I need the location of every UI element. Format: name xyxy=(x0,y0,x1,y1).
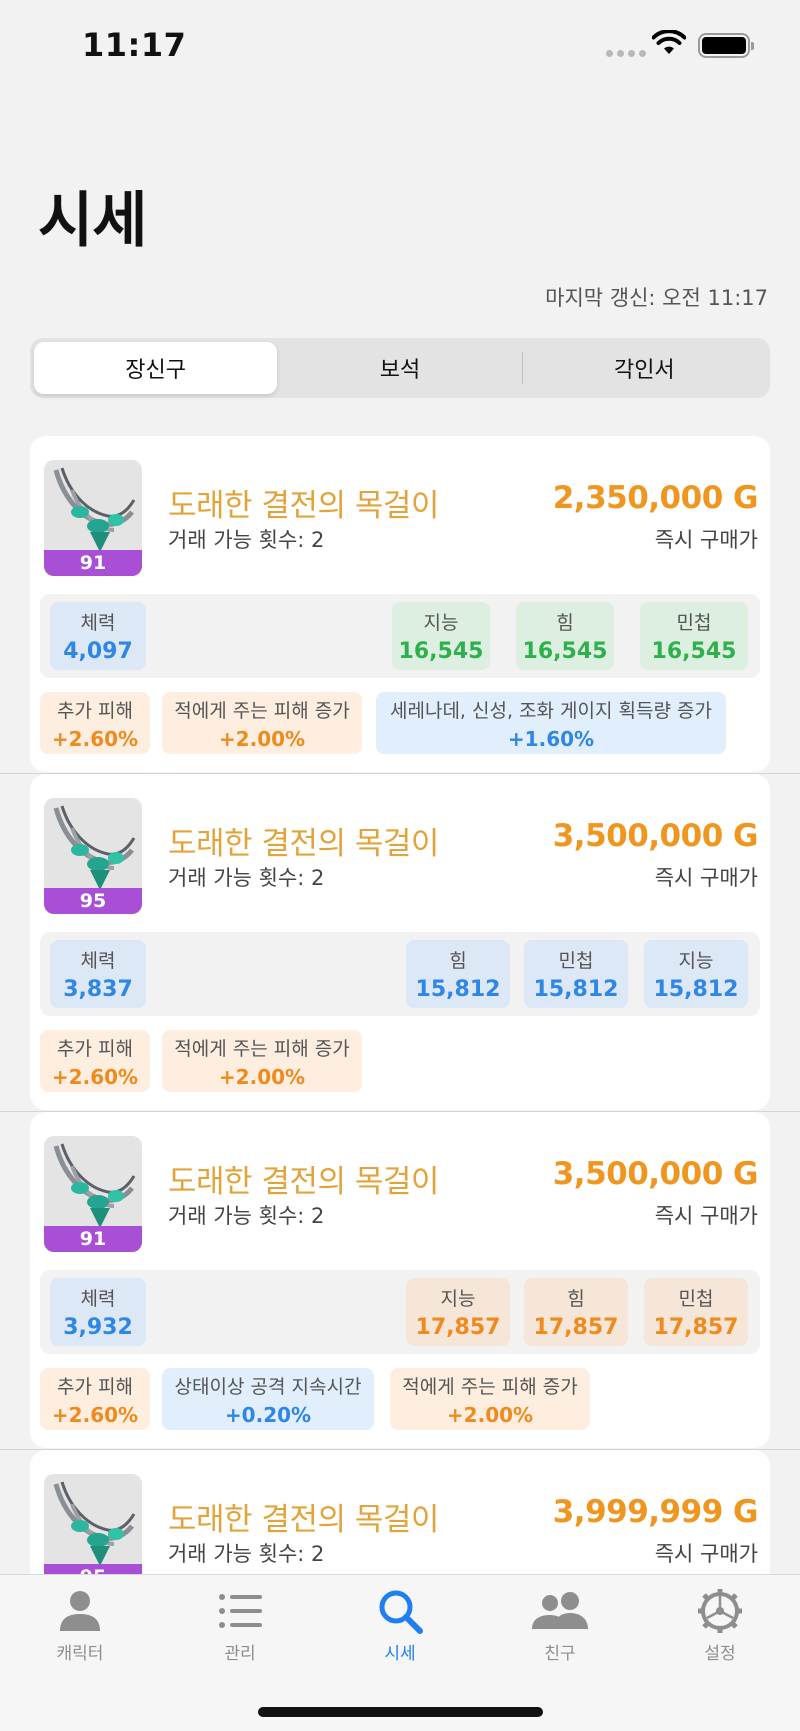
last-updated-label: 마지막 갱신: 오전 11:17 xyxy=(545,286,768,310)
tab-character[interactable]: 캐릭터 xyxy=(25,1587,135,1664)
item-price: 3,999,999 G xyxy=(552,1494,759,1530)
stat-chip: 민첩 16,545 xyxy=(640,602,748,670)
item-name: 도래한 결전의 목걸이 xyxy=(168,488,439,524)
effect-chip: 적에게 주는 피해 증가 +2.00% xyxy=(162,1030,362,1092)
segment-engravings[interactable]: 각인서 xyxy=(523,342,766,394)
item-thumbnail: 91 xyxy=(44,460,142,576)
effects-row: 추가 피해 +2.60% 상태이상 공격 지속시간 +0.20% 적에게 주는 피해… xyxy=(40,1368,760,1430)
effect-chip: 추가 피해 +2.60% xyxy=(40,692,150,754)
wifi-icon xyxy=(651,29,687,60)
status-bar: 11:17 xyxy=(0,0,800,90)
effects-row: 추가 피해 +2.60% 적에게 주는 피해 증가 +2.00% 세레나데, 신성,… xyxy=(40,692,760,754)
tab-settings[interactable]: 설정 xyxy=(665,1587,775,1664)
stat-chip: 체력 4,097 xyxy=(50,602,146,670)
item-thumbnail: 91 xyxy=(44,1136,142,1252)
market-item-card[interactable]: 91 도래한 결전의 목걸이 거래 가능 횟수: 2 2,350,000 G 즉… xyxy=(30,436,770,772)
tab-friends[interactable]: 친구 xyxy=(505,1587,615,1664)
stat-chip: 힘 17,857 xyxy=(524,1278,628,1346)
list-icon xyxy=(219,1594,262,1628)
stat-chip: 체력 3,837 xyxy=(50,940,146,1008)
trade-count: 거래 가능 횟수: 2 xyxy=(168,1542,325,1566)
effect-chip: 적에게 주는 피해 증가 +2.00% xyxy=(390,1368,590,1430)
stat-chip: 지능 16,545 xyxy=(392,602,490,670)
stat-chip: 지능 15,812 xyxy=(644,940,748,1008)
effect-chip: 세레나데, 신성, 조화 게이지 획득량 증가 +1.60% xyxy=(376,692,726,754)
price-label: 즉시 구매가 xyxy=(654,866,758,890)
item-thumbnail: 95 xyxy=(44,798,142,914)
effect-chip: 상태이상 공격 지속시간 +0.20% xyxy=(162,1368,374,1430)
stats-box: 체력 3,932 지능 17,857 힘 17,857 민첩 17,857 xyxy=(40,1270,760,1354)
page-title: 시세 xyxy=(38,186,147,256)
effect-chip: 적에게 주는 피해 증가 +2.00% xyxy=(162,692,362,754)
item-name: 도래한 결전의 목걸이 xyxy=(168,1164,439,1200)
magnifier-icon xyxy=(379,1590,423,1634)
market-item-card[interactable]: 91 도래한 결전의 목걸이 거래 가능 횟수: 2 3,500,000 G 즉… xyxy=(30,1112,770,1448)
segment-gems[interactable]: 보석 xyxy=(278,342,521,394)
item-name: 도래한 결전의 목걸이 xyxy=(168,1502,439,1538)
stats-box: 체력 3,837 힘 15,812 민첩 15,812 지능 15,812 xyxy=(40,932,760,1016)
segment-accessories[interactable]: 장신구 xyxy=(34,342,278,394)
person-icon xyxy=(60,1591,100,1631)
item-price: 2,350,000 G xyxy=(552,480,759,516)
stat-chip: 민첩 17,857 xyxy=(644,1278,748,1346)
item-level-badge: 95 xyxy=(44,888,142,914)
market-item-card[interactable]: 95 도래한 결전의 목걸이 거래 가능 횟수: 2 3,500,000 G 즉… xyxy=(30,774,770,1110)
price-label: 즉시 구매가 xyxy=(654,1542,758,1566)
item-price: 3,500,000 G xyxy=(552,1156,759,1192)
item-price: 3,500,000 G xyxy=(552,818,759,854)
cellular-signal-icon xyxy=(606,50,646,57)
effect-chip: 추가 피해 +2.60% xyxy=(40,1030,150,1092)
stat-chip: 힘 16,545 xyxy=(516,602,614,670)
status-time: 11:17 xyxy=(82,26,187,64)
item-thumbnail: 95 xyxy=(44,1474,142,1590)
trade-count: 거래 가능 횟수: 2 xyxy=(168,866,325,890)
stats-box: 체력 4,097 지능 16,545 힘 16,545 민첩 16,545 xyxy=(40,594,760,678)
two-people-icon xyxy=(532,1592,588,1629)
effect-chip: 추가 피해 +2.60% xyxy=(40,1368,150,1430)
home-indicator xyxy=(258,1707,543,1717)
category-segmented-control: 장신구 보석 각인서 xyxy=(30,338,770,398)
price-label: 즉시 구매가 xyxy=(654,528,758,552)
item-name: 도래한 결전의 목걸이 xyxy=(168,826,439,862)
stat-chip: 체력 3,932 xyxy=(50,1278,146,1346)
stat-chip: 민첩 15,812 xyxy=(524,940,628,1008)
stat-chip: 지능 17,857 xyxy=(406,1278,510,1346)
trade-count: 거래 가능 횟수: 2 xyxy=(168,528,325,552)
tab-manage[interactable]: 관리 xyxy=(185,1587,295,1664)
item-level-badge: 91 xyxy=(44,1226,142,1252)
tab-market[interactable]: 시세 xyxy=(345,1587,455,1664)
item-level-badge: 91 xyxy=(44,550,142,576)
battery-icon xyxy=(698,33,754,58)
effects-row: 추가 피해 +2.60% 적에게 주는 피해 증가 +2.00% xyxy=(40,1030,760,1092)
trade-count: 거래 가능 횟수: 2 xyxy=(168,1204,325,1228)
price-label: 즉시 구매가 xyxy=(654,1204,758,1228)
stat-chip: 힘 15,812 xyxy=(406,940,510,1008)
gear-icon xyxy=(698,1589,742,1633)
